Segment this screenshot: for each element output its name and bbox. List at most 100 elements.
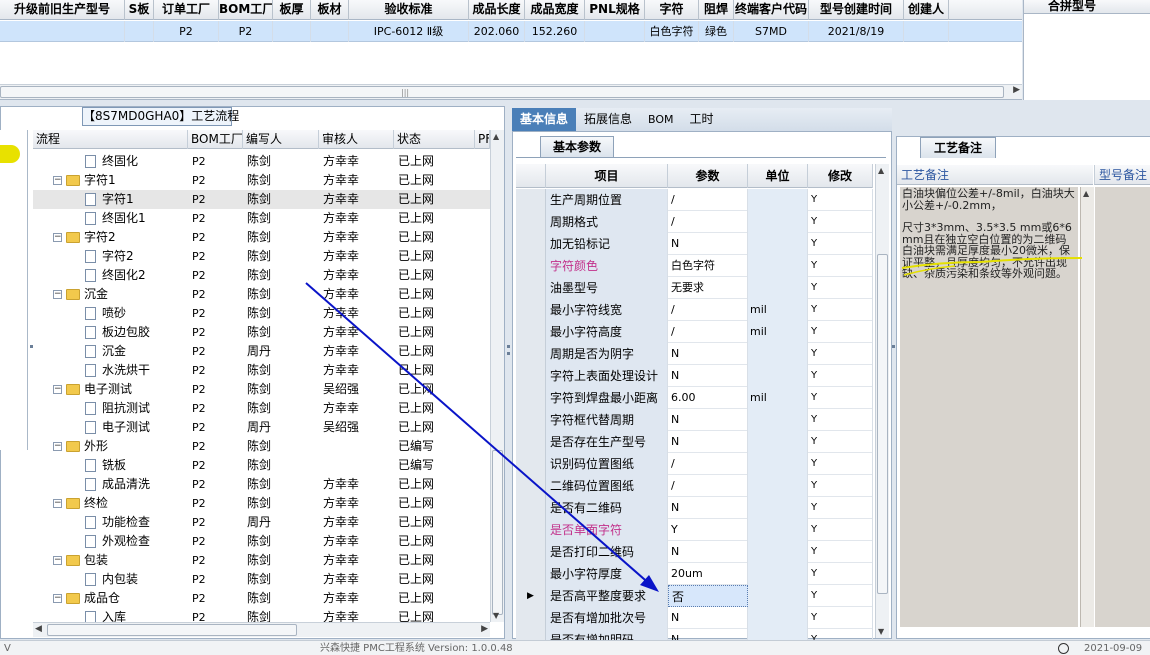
param-modify[interactable]: Y <box>808 321 873 343</box>
tab-basic-params[interactable]: 基本参数 <box>540 136 614 157</box>
row-indicator[interactable] <box>516 563 546 585</box>
column-header[interactable]: 创建人 <box>904 0 949 20</box>
tree-row[interactable]: 水洗烘干 P2 陈剑 方幸幸 已上网 <box>33 361 490 380</box>
tree-row[interactable]: 终固化 P2 陈剑 方幸幸 已上网 <box>33 152 490 171</box>
tree-node[interactable]: 内包装 <box>33 570 188 589</box>
notes-vscrollbar[interactable]: ▲ <box>1080 187 1094 627</box>
collapse-toggle-icon[interactable]: − <box>53 556 62 565</box>
column-header[interactable]: PNL规格 <box>585 0 645 20</box>
param-value[interactable]: / <box>668 453 748 475</box>
column-header[interactable]: S板 <box>125 0 154 20</box>
param-value[interactable]: 否 <box>668 585 748 607</box>
param-value[interactable]: / <box>668 211 748 233</box>
tab-extended-info[interactable]: 拓展信息 <box>576 108 640 131</box>
grid-cell[interactable] <box>311 21 349 42</box>
column-header[interactable]: 板厚 <box>273 0 311 20</box>
scroll-thumb[interactable]: ||| <box>0 86 1004 98</box>
param-modify[interactable]: Y <box>808 541 873 563</box>
param-row[interactable]: 是否有增加批次号 N Y <box>516 607 873 629</box>
tree-row[interactable]: 板边包胶 P2 陈剑 方幸幸 已上网 <box>33 323 490 342</box>
param-row[interactable]: 加无铅标记 N Y <box>516 233 873 255</box>
scroll-left-arrow-icon[interactable]: ◀ <box>35 624 42 634</box>
param-value[interactable]: N <box>668 541 748 563</box>
tree-row[interactable]: 字符1 P2 陈剑 方幸幸 已上网 <box>33 190 490 209</box>
splitter-grip[interactable] <box>507 345 510 348</box>
row-indicator[interactable] <box>516 211 546 233</box>
param-row[interactable]: 是否打印二维码 N Y <box>516 541 873 563</box>
tree-node[interactable]: 电子测试 <box>33 418 188 437</box>
param-modify[interactable]: Y <box>808 211 873 233</box>
param-modify[interactable]: Y <box>808 585 873 607</box>
param-row[interactable]: 二维码位置图纸 / Y <box>516 475 873 497</box>
splitter-grip[interactable] <box>892 345 895 348</box>
grid-cell[interactable]: 绿色 <box>699 21 734 42</box>
column-header[interactable]: 阻焊 <box>699 0 734 20</box>
param-value[interactable]: 无要求 <box>668 277 748 299</box>
tree-row[interactable]: 外观检查 P2 陈剑 方幸幸 已上网 <box>33 532 490 551</box>
tree-vscrollbar[interactable]: ▲ ▼ <box>490 130 504 622</box>
column-header[interactable]: 验收标准 <box>349 0 469 20</box>
param-modify[interactable]: Y <box>808 607 873 629</box>
grid-cell[interactable] <box>0 21 125 42</box>
param-value[interactable]: 6.00 <box>668 387 748 409</box>
param-modify[interactable]: Y <box>808 299 873 321</box>
tree-node[interactable]: 终固化2 <box>33 266 188 285</box>
param-value[interactable]: / <box>668 189 748 211</box>
tree-node[interactable]: − 包装 <box>33 551 188 570</box>
tree-node[interactable]: 喷砂 <box>33 304 188 323</box>
param-value[interactable]: N <box>668 497 748 519</box>
tree-column-header[interactable]: 流程 <box>33 130 188 149</box>
tree-column-header[interactable]: PF <box>475 130 490 149</box>
scroll-up-arrow-icon[interactable]: ▲ <box>878 166 884 175</box>
grid-cell[interactable]: 152.260 <box>525 21 585 42</box>
column-modify[interactable]: 修改 <box>808 164 873 188</box>
param-row[interactable]: 是否有二维码 N Y <box>516 497 873 519</box>
param-modify[interactable]: Y <box>808 563 873 585</box>
column-header[interactable]: BOM工厂 <box>219 0 273 20</box>
tree-row[interactable]: 铣板 P2 陈剑 已编写 <box>33 456 490 475</box>
tree-node[interactable]: − 字符1 <box>33 171 188 190</box>
tree-node[interactable]: − 终检 <box>33 494 188 513</box>
column-unit[interactable]: 单位 <box>748 164 808 188</box>
column-header[interactable]: 成品宽度 <box>525 0 585 20</box>
column-header[interactable]: 成品长度 <box>469 0 525 20</box>
tree-node[interactable]: 成品清洗 <box>33 475 188 494</box>
model-notes-cell[interactable] <box>1095 187 1150 627</box>
param-modify[interactable]: Y <box>808 453 873 475</box>
grid-cell[interactable] <box>585 21 645 42</box>
param-modify[interactable]: Y <box>808 233 873 255</box>
grid-cell[interactable]: S7MD <box>734 21 809 42</box>
tree-node[interactable]: 终固化1 <box>33 209 188 228</box>
tree-node[interactable]: 外观检查 <box>33 532 188 551</box>
tab-bom[interactable]: BOM <box>640 108 682 131</box>
param-row[interactable]: 油墨型号 无要求 Y <box>516 277 873 299</box>
param-row[interactable]: 最小字符高度 / mil Y <box>516 321 873 343</box>
tree-node[interactable]: 阻抗测试 <box>33 399 188 418</box>
scroll-thumb[interactable] <box>492 450 503 615</box>
column-header[interactable]: 升级前旧生产型号 <box>0 0 125 20</box>
tree-node[interactable]: 水洗烘干 <box>33 361 188 380</box>
column-param[interactable]: 参数 <box>668 164 748 188</box>
param-value[interactable]: N <box>668 365 748 387</box>
grid-cell[interactable] <box>125 21 154 42</box>
tree-row[interactable]: 沉金 P2 周丹 方幸幸 已上网 <box>33 342 490 361</box>
param-row[interactable]: 周期格式 / Y <box>516 211 873 233</box>
tree-row[interactable]: 成品清洗 P2 陈剑 方幸幸 已上网 <box>33 475 490 494</box>
collapse-toggle-icon[interactable]: − <box>53 290 62 299</box>
tree-row[interactable]: 喷砂 P2 陈剑 方幸幸 已上网 <box>33 304 490 323</box>
grid-cell[interactable] <box>273 21 311 42</box>
param-row[interactable]: ▶ 是否高平整度要求否 Y <box>516 585 873 607</box>
row-indicator[interactable] <box>516 233 546 255</box>
grid-cell[interactable]: IPC-6012 Ⅱ级 <box>349 21 469 42</box>
collapse-toggle-icon[interactable]: − <box>53 233 62 242</box>
row-indicator[interactable] <box>516 343 546 365</box>
tree-row[interactable]: 阻抗测试 P2 陈剑 方幸幸 已上网 <box>33 399 490 418</box>
param-modify[interactable]: Y <box>808 475 873 497</box>
tree-row[interactable]: 内包装 P2 陈剑 方幸幸 已上网 <box>33 570 490 589</box>
tree-node[interactable]: 终固化 <box>33 152 188 171</box>
tree-row[interactable]: − 电子测试 P2 陈剑 吴绍强 已上网 <box>33 380 490 399</box>
collapse-toggle-icon[interactable]: − <box>53 594 62 603</box>
param-row[interactable]: 最小字符线宽 / mil Y <box>516 299 873 321</box>
row-indicator[interactable]: ▶ <box>516 585 546 607</box>
column-header[interactable]: 字符 <box>645 0 699 20</box>
